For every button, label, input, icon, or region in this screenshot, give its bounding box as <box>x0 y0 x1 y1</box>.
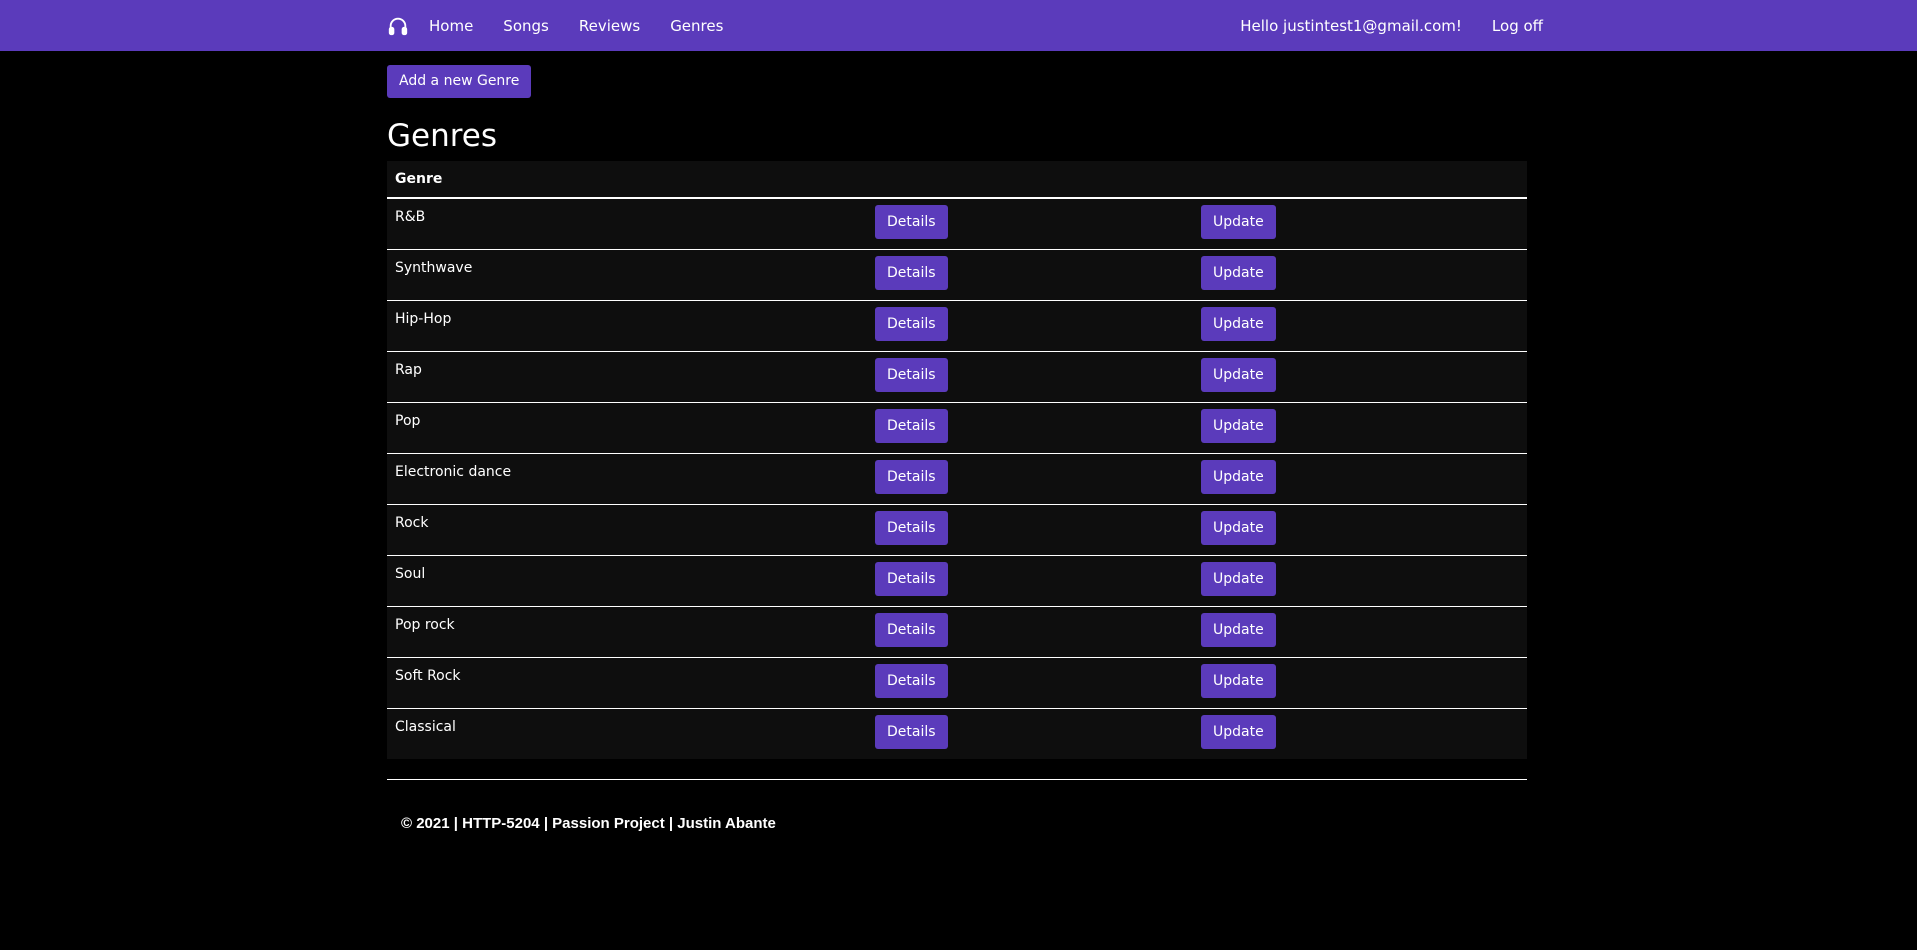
update-cell: Update <box>1197 606 1527 658</box>
table-row: Soul Details Update <box>387 555 1527 607</box>
details-cell: Details <box>865 606 1197 658</box>
details-cell: Details <box>865 198 1197 250</box>
add-genre-button[interactable]: Add a new Genre <box>387 65 532 98</box>
genre-name: Classical <box>395 718 456 735</box>
genre-name: Pop rock <box>387 606 865 658</box>
footer-divider <box>387 779 1527 780</box>
details-cell: Details <box>865 300 1197 352</box>
details-button[interactable]: Details <box>875 205 948 239</box>
table-row: Soft Rock Details Update <box>387 657 1527 709</box>
update-button[interactable]: Update <box>1201 255 1276 290</box>
details-button[interactable]: Details <box>875 561 948 596</box>
details-button[interactable]: Details <box>875 408 948 443</box>
details-button[interactable]: Details <box>875 663 948 698</box>
update-button[interactable]: Update <box>1201 205 1276 239</box>
update-cell: Update <box>1197 657 1527 709</box>
nav-link-songs[interactable]: Songs <box>503 17 549 35</box>
update-column-header <box>1197 161 1527 199</box>
nav-link-home[interactable]: Home <box>429 17 473 35</box>
details-cell: Details <box>865 504 1197 556</box>
details-cell: Details <box>865 453 1197 505</box>
page-title: Genres <box>387 118 498 154</box>
details-cell: Details <box>865 249 1197 301</box>
genre-name: Soul <box>387 555 865 607</box>
details-cell: Details <box>865 351 1197 403</box>
genre-column-header: Genre <box>387 161 865 199</box>
details-button[interactable]: Details <box>875 510 948 545</box>
table-header-row: Genre <box>387 161 1527 199</box>
update-button[interactable]: Update <box>1201 510 1276 545</box>
details-button[interactable]: Details <box>875 255 948 290</box>
table-row: Electronic dance Details Update <box>387 453 1527 505</box>
update-cell: Update <box>1197 708 1527 759</box>
genre-name: Synthwave <box>387 249 865 301</box>
navbar: Home Songs Reviews Genres Hello justinte… <box>0 0 1917 51</box>
genre-name: Soft Rock <box>387 657 865 709</box>
details-column-header <box>865 161 1197 199</box>
update-cell: Update <box>1197 198 1527 250</box>
update-button[interactable]: Update <box>1201 561 1276 596</box>
nav-links: Home Songs Reviews Genres <box>429 17 753 35</box>
update-button[interactable]: Update <box>1201 663 1276 698</box>
update-cell: Update <box>1197 300 1527 352</box>
table-row: Synthwave Details Update <box>387 249 1527 301</box>
update-cell: Update <box>1197 402 1527 454</box>
details-cell: Details <box>865 402 1197 454</box>
table-row: Classical Details Update <box>387 708 1527 759</box>
table-row: Pop rock Details Update <box>387 606 1527 658</box>
update-button[interactable]: Update <box>1201 459 1276 494</box>
logoff-link[interactable]: Log off <box>1492 17 1543 35</box>
update-button[interactable]: Update <box>1201 306 1276 341</box>
genre-name: R&B <box>387 198 865 250</box>
genre-name: Pop <box>387 402 865 454</box>
table-row: Rap Details Update <box>387 351 1527 403</box>
navbar-inner: Home Songs Reviews Genres Hello justinte… <box>387 0 1543 51</box>
details-button[interactable]: Details <box>875 306 948 341</box>
genre-name: Electronic dance <box>387 453 865 505</box>
update-cell: Update <box>1197 504 1527 556</box>
user-greeting-link[interactable]: Hello justintest1@gmail.com! <box>1240 17 1462 35</box>
nav-link-genres[interactable]: Genres <box>670 17 723 35</box>
update-cell: Update <box>1197 249 1527 301</box>
update-button[interactable]: Update <box>1201 357 1276 392</box>
table-row: Pop Details Update <box>387 402 1527 454</box>
main-content: Add a new Genre Genres Genre R&B Details U… <box>387 65 1527 759</box>
genre-name: Rap <box>387 351 865 403</box>
details-button[interactable]: Details <box>875 612 948 647</box>
update-cell: Update <box>1197 351 1527 403</box>
genre-rows: R&B Details Update Synthwave Details Update Hi… <box>387 198 1527 759</box>
update-button[interactable]: Update <box>1201 714 1276 749</box>
table-row: Hip-Hop Details Update <box>387 300 1527 352</box>
details-button[interactable]: Details <box>875 459 948 494</box>
details-button[interactable]: Details <box>875 714 948 749</box>
details-cell: Details <box>865 657 1197 709</box>
headphones-icon[interactable] <box>387 15 409 37</box>
footer-text: © 2021 | HTTP-5204 | Passion Project | J… <box>401 815 776 832</box>
details-cell: Details <box>865 708 1197 759</box>
update-button[interactable]: Update <box>1201 408 1276 443</box>
nav-user-area: Hello justintest1@gmail.com! Log off <box>1210 17 1543 35</box>
details-cell: Details <box>865 555 1197 607</box>
genre-name: Hip-Hop <box>387 300 865 352</box>
table-row: R&B Details Update <box>387 198 1527 250</box>
update-cell: Update <box>1197 555 1527 607</box>
genre-name: Rock <box>387 504 865 556</box>
table-row: Rock Details Update <box>387 504 1527 556</box>
genres-table: Genre R&B Details Update Synthwave Details Up… <box>387 161 1527 759</box>
details-button[interactable]: Details <box>875 357 948 392</box>
update-cell: Update <box>1197 453 1527 505</box>
nav-link-reviews[interactable]: Reviews <box>579 17 640 35</box>
update-button[interactable]: Update <box>1201 612 1276 647</box>
